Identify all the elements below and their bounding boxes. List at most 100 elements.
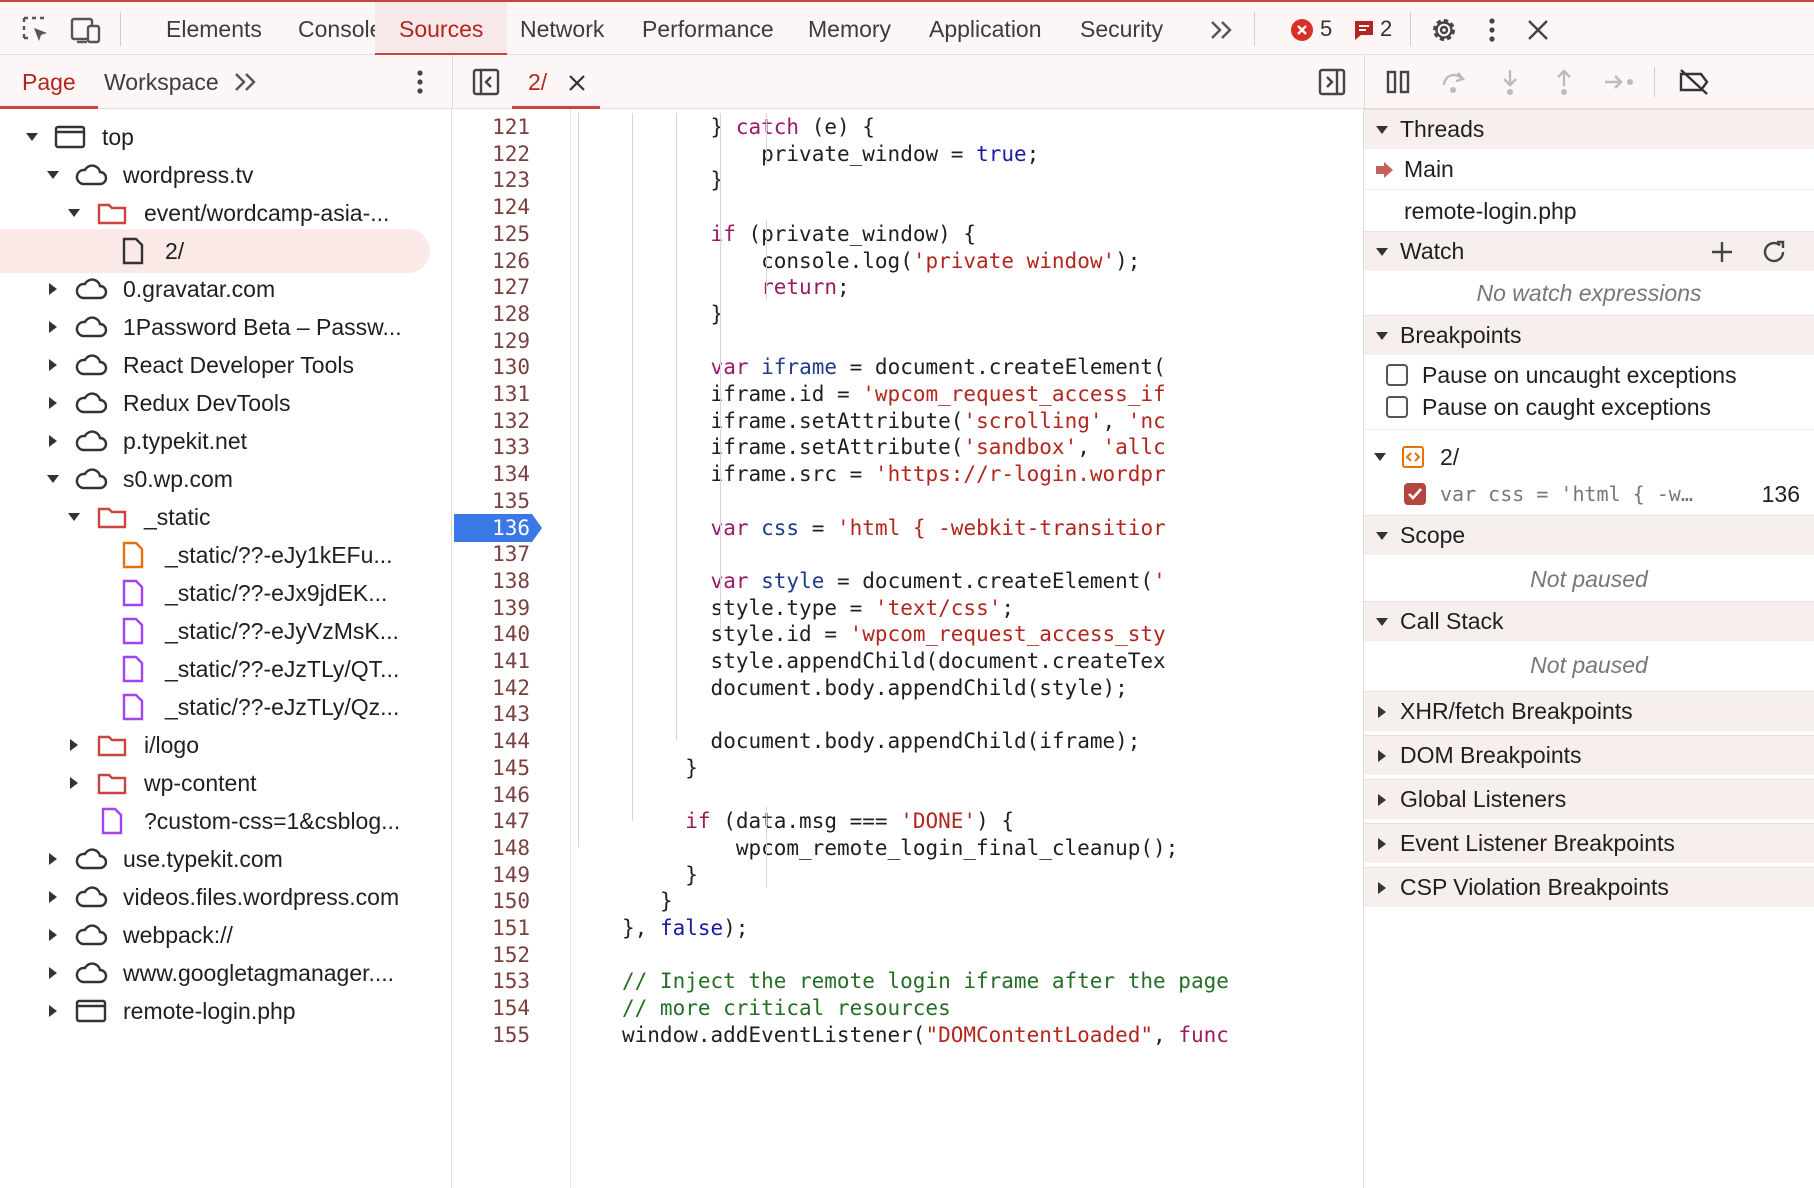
tab-elements[interactable]: Elements (142, 2, 286, 56)
watch-section-header[interactable]: Watch (1364, 231, 1814, 271)
line-number[interactable]: 153 (452, 966, 530, 996)
tab-application[interactable]: Application (905, 2, 1066, 56)
toggle-debugger-icon[interactable] (1312, 62, 1352, 102)
line-number[interactable]: 126 (452, 246, 530, 276)
chevron-double-right-icon[interactable] (226, 62, 266, 102)
error-icon[interactable] (1282, 10, 1322, 50)
global-listeners-section-header[interactable]: Global Listeners (1364, 779, 1814, 819)
line-number[interactable]: 121 (452, 112, 530, 142)
triangle-right-icon[interactable] (41, 885, 65, 909)
tab-security[interactable]: Security (1056, 2, 1187, 56)
triangle-right-icon[interactable] (41, 429, 65, 453)
line-number[interactable]: 128 (452, 299, 530, 329)
line-number[interactable]: 150 (452, 886, 530, 916)
tab-sources[interactable]: Sources (375, 2, 508, 56)
line-number[interactable]: 154 (452, 993, 530, 1023)
triangle-right-icon[interactable] (41, 923, 65, 947)
line-number[interactable]: 137 (452, 539, 530, 569)
tab-network[interactable]: Network (496, 2, 628, 56)
scope-section-header[interactable]: Scope (1364, 515, 1814, 555)
close-tab-icon[interactable] (568, 72, 586, 98)
triangle-down-icon[interactable] (62, 505, 86, 529)
breakpoint-enabled-checkbox[interactable] (1404, 483, 1426, 505)
line-number[interactable]: 131 (452, 379, 530, 409)
pause-uncaught-checkbox[interactable] (1386, 364, 1408, 386)
line-number[interactable]: 140 (452, 619, 530, 649)
line-number[interactable]: 139 (452, 593, 530, 623)
toggle-navigator-icon[interactable] (466, 62, 506, 102)
triangle-down-icon[interactable] (41, 163, 65, 187)
call-stack-section-header[interactable]: Call Stack (1364, 601, 1814, 641)
line-number[interactable]: 141 (452, 646, 530, 676)
line-number[interactable]: 145 (452, 753, 530, 783)
line-number[interactable]: 125 (452, 219, 530, 249)
line-number[interactable]: 130 (452, 352, 530, 382)
triangle-right-icon[interactable] (41, 391, 65, 415)
triangle-down-icon[interactable] (41, 467, 65, 491)
line-number[interactable]: 136 (452, 513, 530, 543)
line-number[interactable]: 122 (452, 139, 530, 169)
line-number[interactable]: 134 (452, 459, 530, 489)
pause-icon[interactable] (1378, 62, 1418, 102)
dom-breakpoints-section-header[interactable]: DOM Breakpoints (1364, 735, 1814, 775)
breakpoint-file-row[interactable]: 2/ (1364, 439, 1814, 475)
tree-item[interactable]: remote-login.php (0, 989, 296, 1033)
tab-performance[interactable]: Performance (618, 2, 798, 56)
xhr-breakpoints-section-header[interactable]: XHR/fetch Breakpoints (1364, 691, 1814, 731)
line-number[interactable]: 142 (452, 673, 530, 703)
line-number[interactable]: 148 (452, 833, 530, 863)
refresh-icon[interactable] (1758, 236, 1790, 268)
line-number[interactable]: 135 (452, 486, 530, 516)
pause-uncaught-option[interactable]: Pause on uncaught exceptions (1364, 359, 1814, 391)
deactivate-breakpoints-icon[interactable] (1674, 62, 1714, 102)
close-icon[interactable] (1518, 10, 1558, 50)
code-editor[interactable]: 121 122 123 124 125 126 127 128 129 130 131 132 133 1… (452, 109, 1364, 1188)
message-icon[interactable] (1344, 10, 1384, 50)
triangle-right-icon[interactable] (41, 353, 65, 377)
step-into-icon[interactable] (1490, 62, 1530, 102)
step-over-icon[interactable] (1434, 62, 1474, 102)
thread-main[interactable]: Main (1364, 150, 1814, 190)
line-number[interactable]: 133 (452, 432, 530, 462)
line-number[interactable]: 144 (452, 726, 530, 756)
more-vertical-icon[interactable] (400, 62, 440, 102)
device-toolbar-icon[interactable] (66, 10, 106, 50)
line-number[interactable]: 129 (452, 326, 530, 356)
csp-violation-breakpoints-section-header[interactable]: CSP Violation Breakpoints (1364, 867, 1814, 907)
line-number[interactable]: 149 (452, 860, 530, 890)
line-number[interactable]: 155 (452, 1020, 530, 1050)
triangle-right-icon[interactable] (62, 771, 86, 795)
inspect-element-icon[interactable] (16, 10, 56, 50)
triangle-down-icon[interactable] (20, 125, 44, 149)
line-number[interactable]: 132 (452, 406, 530, 436)
gear-icon[interactable] (1424, 10, 1464, 50)
step-out-icon[interactable] (1544, 62, 1584, 102)
add-watch-icon[interactable] (1706, 236, 1738, 268)
line-number[interactable]: 146 (452, 780, 530, 810)
step-icon[interactable] (1600, 62, 1640, 102)
tab-memory[interactable]: Memory (784, 2, 915, 56)
triangle-right-icon[interactable] (41, 315, 65, 339)
line-number[interactable]: 127 (452, 272, 530, 302)
triangle-right-icon[interactable] (41, 277, 65, 301)
line-number[interactable]: 147 (452, 806, 530, 836)
pause-caught-checkbox[interactable] (1386, 396, 1408, 418)
threads-section-header[interactable]: Threads (1364, 109, 1814, 149)
triangle-right-icon[interactable] (41, 847, 65, 871)
triangle-right-icon[interactable] (41, 961, 65, 985)
editor-file-tab[interactable]: 2/ (512, 55, 600, 109)
line-number[interactable]: 124 (452, 192, 530, 222)
triangle-right-icon[interactable] (62, 733, 86, 757)
more-vertical-icon[interactable] (1472, 10, 1512, 50)
breakpoints-section-header[interactable]: Breakpoints (1364, 315, 1814, 355)
breakpoint-entry[interactable]: var css = 'html { -w… 136 (1364, 475, 1814, 513)
pause-caught-option[interactable]: Pause on caught exceptions (1364, 391, 1814, 423)
code-content[interactable]: } catch (e) { private_window = true;} if … (578, 109, 1363, 1188)
line-number[interactable]: 138 (452, 566, 530, 596)
event-listener-breakpoints-section-header[interactable]: Event Listener Breakpoints (1364, 823, 1814, 863)
line-number[interactable]: 152 (452, 940, 530, 970)
triangle-down-icon[interactable] (62, 201, 86, 225)
chevron-double-right-icon[interactable] (1202, 10, 1242, 50)
tab-workspace[interactable]: Workspace (82, 55, 241, 109)
triangle-right-icon[interactable] (41, 999, 65, 1023)
